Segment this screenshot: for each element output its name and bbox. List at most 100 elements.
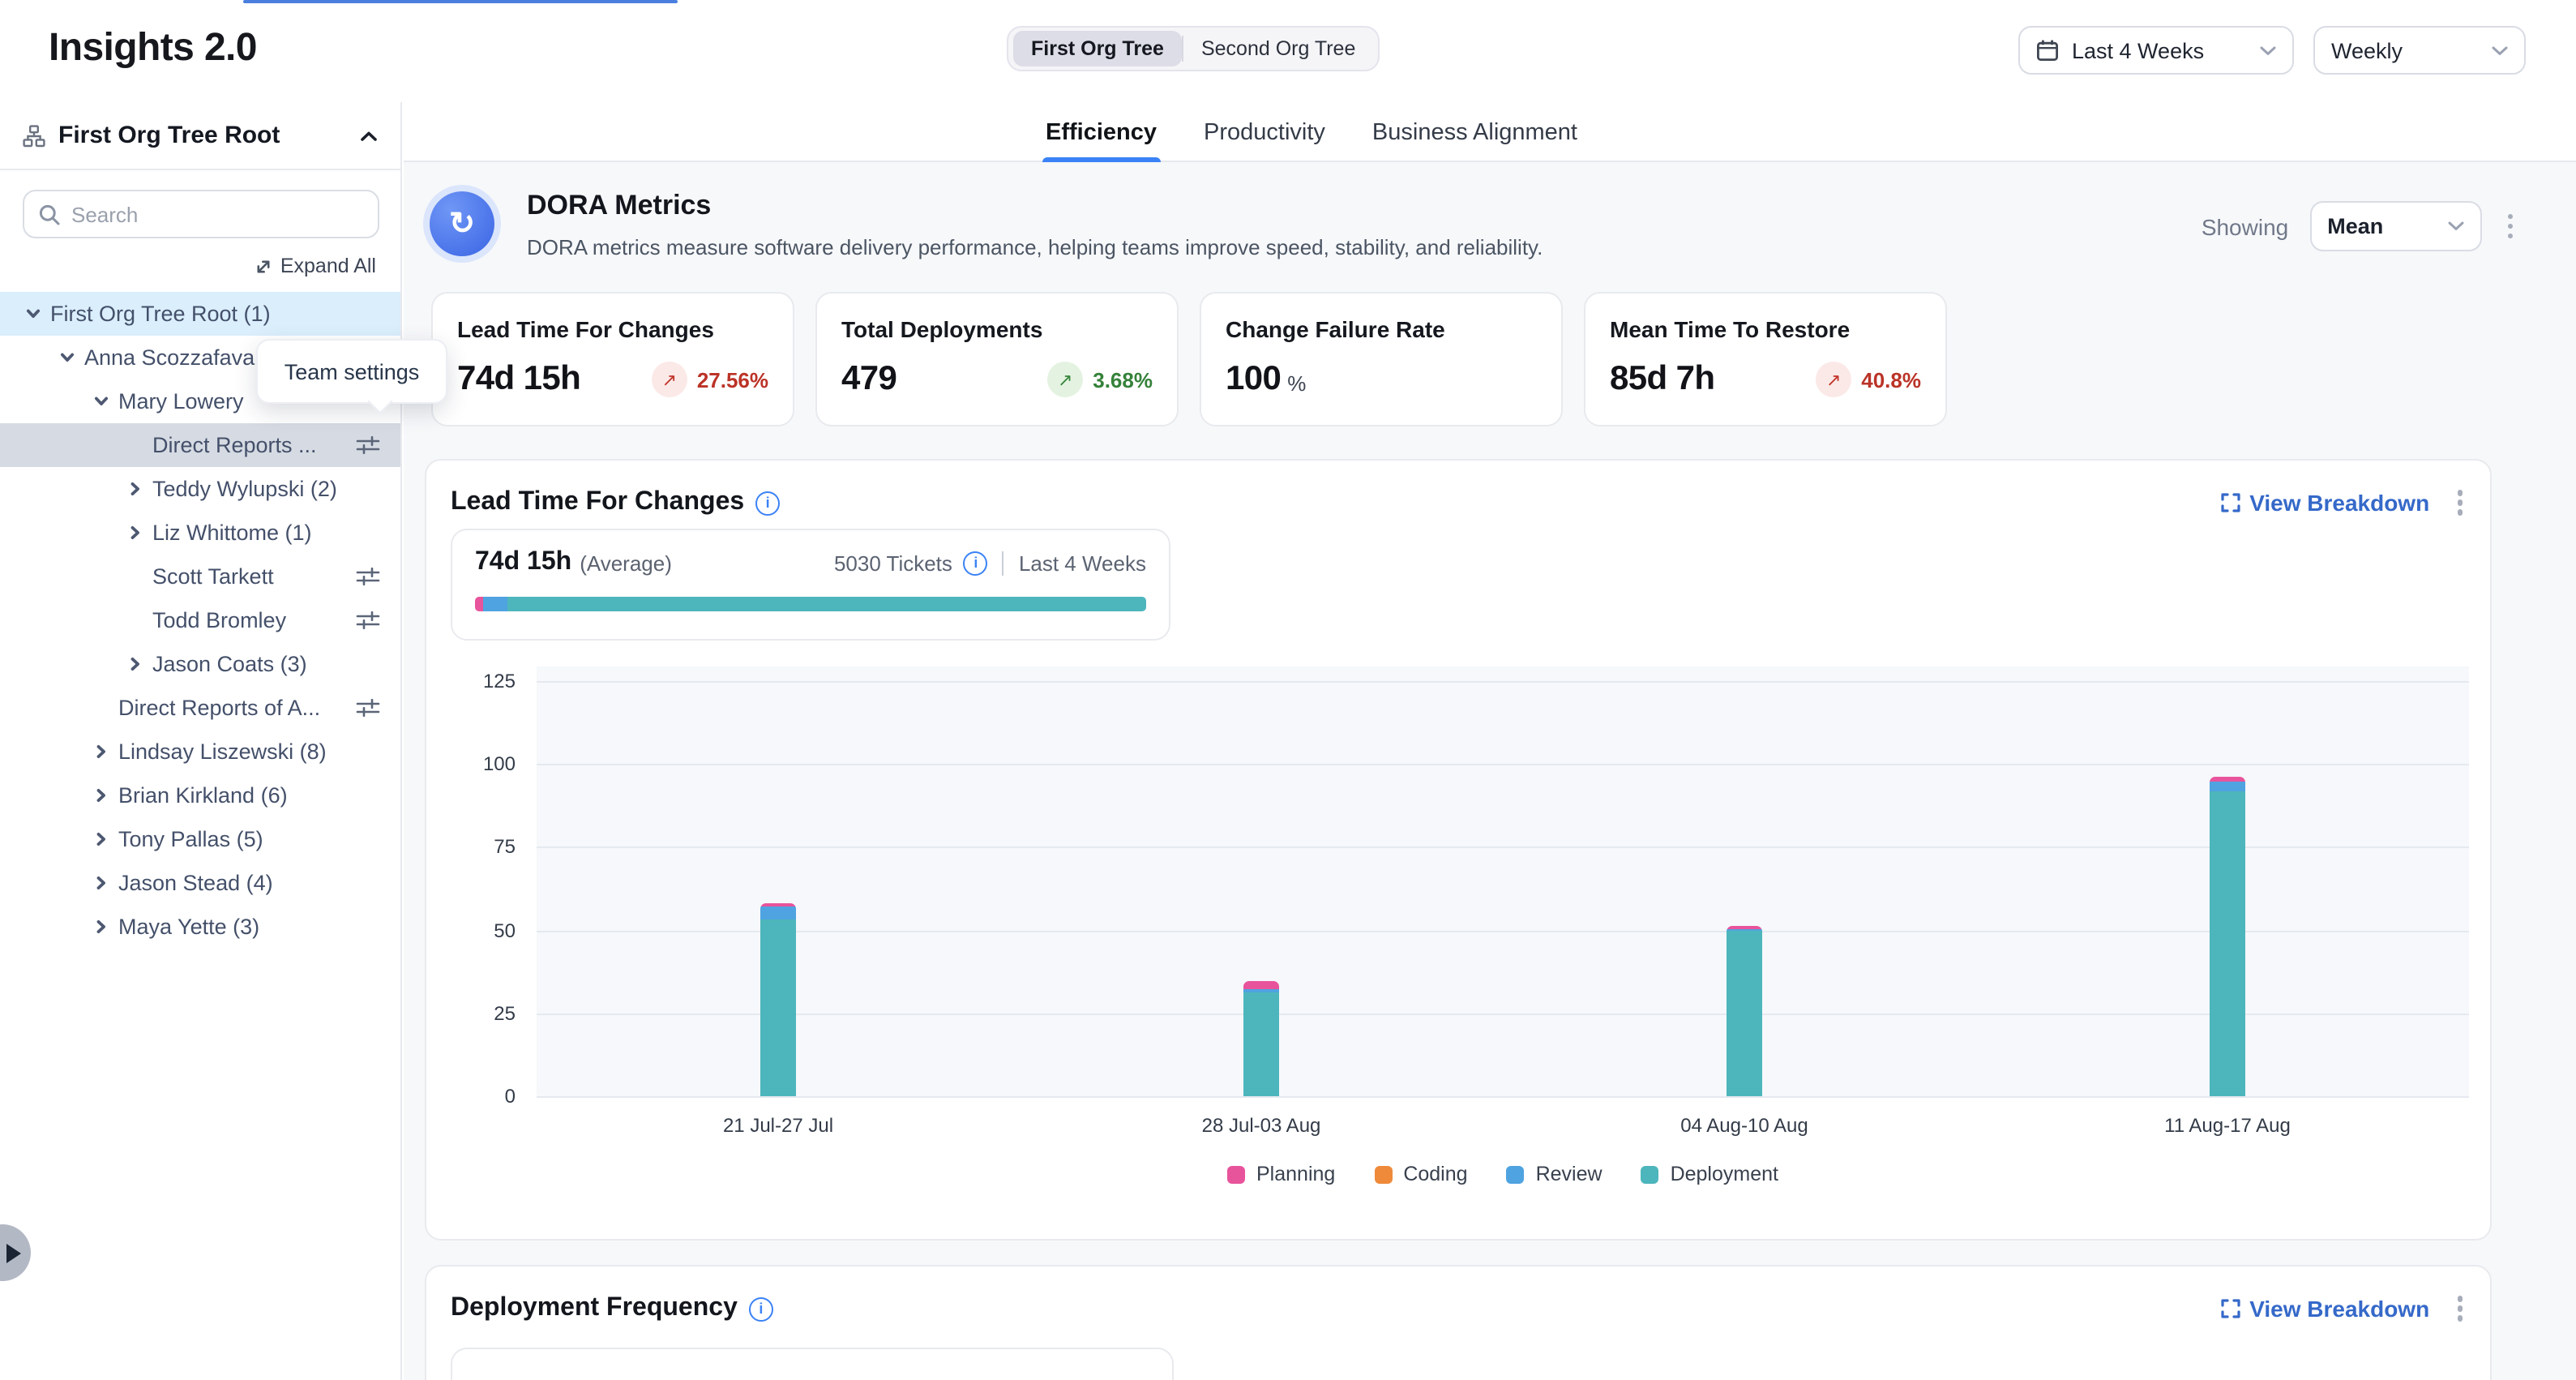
tree-item[interactable]: Direct Reports of A... [0, 686, 400, 730]
tree-item-label: Jason Coats (3) [152, 652, 381, 676]
deployment-frequency-kebab-menu[interactable] [2452, 1292, 2467, 1326]
tab-business-alignment[interactable]: Business Alignment [1372, 102, 1577, 162]
stat-card-value-row: 100% [1226, 360, 1537, 399]
phase-segment-review [483, 597, 507, 611]
tree-item[interactable]: Scott Tarkett [0, 555, 400, 598]
bar-1[interactable] [760, 903, 796, 1096]
stat-card-value: 85d 7h [1610, 360, 1714, 399]
chevron-down-icon [2447, 221, 2463, 232]
org-tree-toggle-option[interactable]: Second Org Tree [1183, 31, 1373, 66]
summary-period: Last 4 Weeks [1019, 551, 1146, 575]
bar-segment-review [760, 907, 796, 920]
bar-3[interactable] [1727, 925, 1762, 1096]
stat-card-value-row: 74d 15h↗27.56% [457, 360, 768, 399]
tree-item[interactable]: Teddy Wylupski (2) [0, 467, 400, 511]
stat-card-delta: ↗3.68% [1047, 362, 1153, 397]
divider [1003, 551, 1004, 575]
chevron-right-icon[interactable] [125, 654, 144, 674]
clipped-top-link-artifact [243, 0, 678, 3]
search-input[interactable]: Search [23, 190, 379, 238]
tree-item[interactable]: Direct Reports ... [0, 423, 400, 467]
view-breakdown-link[interactable]: View Breakdown [2220, 1296, 2429, 1322]
team-settings-icon[interactable] [355, 610, 381, 631]
tree-item[interactable]: Jason Coats (3) [0, 642, 400, 686]
expand-all-label: Expand All [280, 255, 376, 277]
lead-time-card: Lead Time For Changes i View Breakdown 7… [425, 459, 2492, 1241]
search-placeholder: Search [71, 202, 138, 226]
chevron-right-icon[interactable] [91, 873, 110, 893]
gridline [537, 847, 2469, 849]
bar-4[interactable] [2210, 778, 2245, 1096]
y-tick-label: 25 [451, 1002, 516, 1025]
tree-item-label: Jason Stead (4) [118, 871, 381, 895]
tab-productivity[interactable]: Productivity [1204, 102, 1325, 162]
lead-time-card-header: Lead Time For Changes i View Breakdown [451, 482, 2467, 524]
sidebar-expand-handle[interactable] [0, 1224, 31, 1281]
legend-item-deployment: Deployment [1641, 1163, 1778, 1185]
tree-item[interactable]: Brian Kirkland (6) [0, 774, 400, 817]
tree-item[interactable]: Maya Yette (3) [0, 905, 400, 949]
chevron-right-icon[interactable] [91, 742, 110, 761]
dora-kebab-menu[interactable] [2502, 209, 2518, 244]
lead-time-title: Lead Time For Changes [451, 488, 744, 517]
tree-item[interactable]: Lindsay Liszewski (8) [0, 730, 400, 774]
legend-label: Review [1536, 1163, 1603, 1185]
summary-tickets: 5030 Tickets [834, 551, 952, 575]
legend-swatch [1641, 1165, 1659, 1183]
chevron-right-icon[interactable] [125, 479, 144, 499]
granularity-select[interactable]: Weekly [2313, 26, 2526, 75]
stat-card-delta-pct: 3.68% [1093, 367, 1153, 392]
caret-right-icon [6, 1243, 21, 1262]
tree-item[interactable]: Todd Bromley [0, 598, 400, 642]
date-range-select[interactable]: Last 4 Weeks [2018, 26, 2294, 75]
expand-all-button[interactable]: Expand All [255, 255, 376, 277]
chevron-down-icon [2260, 45, 2276, 56]
stat-card-title: Change Failure Rate [1226, 316, 1537, 342]
stat-card: Lead Time For Changes74d 15h↗27.56% [431, 292, 794, 426]
aggregation-select[interactable]: Mean [2309, 201, 2481, 251]
chevron-down-icon[interactable] [23, 304, 42, 324]
tree-item[interactable]: First Org Tree Root (1) [0, 292, 400, 336]
team-settings-tooltip: Team settings [256, 339, 447, 404]
gridline [537, 681, 2469, 683]
tab-efficiency[interactable]: Efficiency [1046, 102, 1157, 162]
chevron-right-icon[interactable] [125, 523, 144, 542]
org-tree-toggle[interactable]: First Org TreeSecond Org Tree [1007, 26, 1380, 71]
y-tick-label: 125 [451, 670, 516, 692]
tree-item-label: Teddy Wylupski (2) [152, 477, 381, 501]
search-icon [39, 204, 60, 225]
collapse-sidebar-chevron-up-icon[interactable] [360, 129, 378, 142]
team-settings-icon[interactable] [355, 566, 381, 587]
team-settings-icon[interactable] [355, 697, 381, 718]
x-tick-label: 11 Aug-17 Aug [2164, 1114, 2291, 1137]
chevron-right-icon[interactable] [91, 917, 110, 936]
chevron-right-icon[interactable] [91, 786, 110, 805]
stat-card-delta-pct: 27.56% [697, 367, 768, 392]
info-icon[interactable]: i [755, 491, 780, 515]
chevron-right-icon[interactable] [91, 829, 110, 849]
gridline [537, 1096, 2469, 1098]
team-settings-icon[interactable] [355, 435, 381, 456]
info-icon[interactable]: i [964, 551, 988, 575]
legend-swatch [1374, 1165, 1392, 1183]
view-breakdown-link[interactable]: View Breakdown [2220, 490, 2429, 516]
chevron-down-icon[interactable] [91, 392, 110, 411]
tabs-bar: Efficiency Productivity Business Alignment [404, 102, 2576, 162]
lead-time-kebab-menu[interactable] [2452, 486, 2467, 521]
bar-segment-deployment [1243, 992, 1279, 1096]
stat-card-delta: ↗40.8% [1816, 362, 1921, 397]
info-icon[interactable]: i [749, 1296, 773, 1321]
tree-item[interactable]: Jason Stead (4) [0, 861, 400, 905]
stat-card-value: 479 [841, 360, 896, 399]
main-content: Efficiency Productivity Business Alignment… [404, 102, 2576, 1380]
deployment-summary-partial [451, 1348, 1174, 1380]
tree-item[interactable]: Tony Pallas (5) [0, 817, 400, 861]
legend-label: Planning [1256, 1163, 1335, 1185]
org-tree-toggle-option[interactable]: First Org Tree [1013, 31, 1182, 66]
stat-cards-row: Lead Time For Changes74d 15h↗27.56%Total… [431, 292, 1947, 426]
chevron-down-icon[interactable] [57, 348, 76, 367]
tree-item[interactable]: Liz Whittome (1) [0, 511, 400, 555]
stat-card-value-row: 479 ↗3.68% [841, 360, 1153, 399]
dora-metrics-header: ↻ DORA Metrics DORA metrics measure soft… [425, 183, 2518, 277]
bar-2[interactable] [1243, 982, 1279, 1096]
